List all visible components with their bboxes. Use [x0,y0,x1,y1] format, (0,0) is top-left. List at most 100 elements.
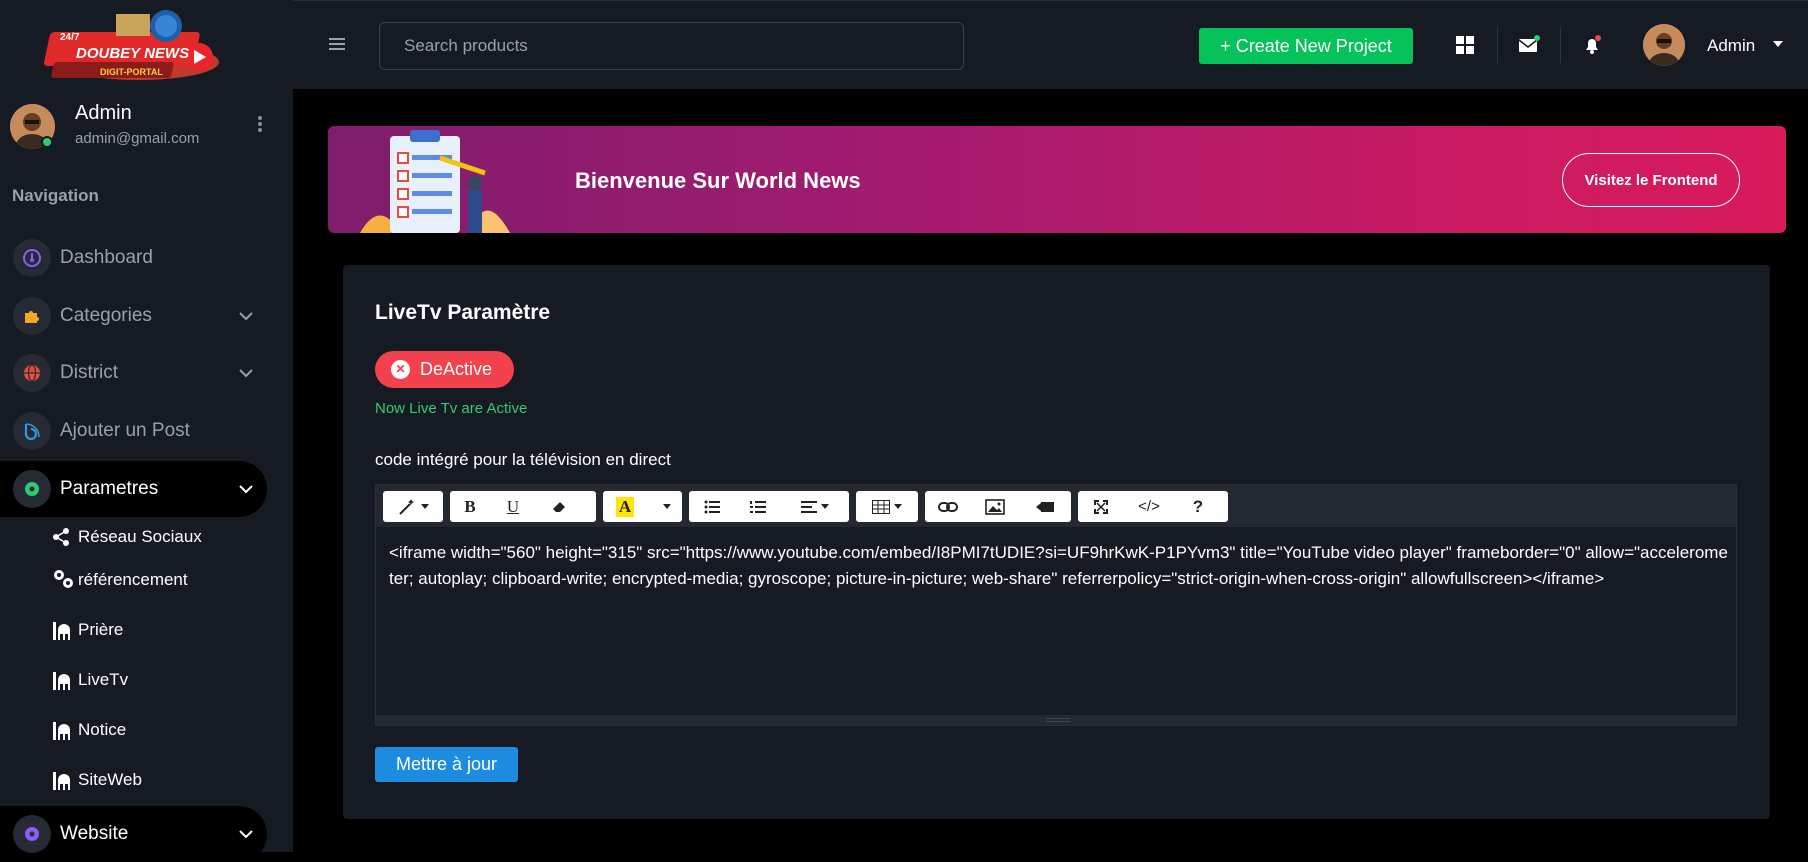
puzzle-icon [13,297,51,335]
expand-icon [1094,499,1108,514]
sidebar-item-parametres[interactable]: Parametres [0,461,267,517]
svg-text:24/7: 24/7 [60,32,80,43]
svg-text:DIGIT-PORTAL: DIGIT-PORTAL [100,67,163,77]
toolbar-group-para [689,491,849,522]
globe-icon [13,354,51,392]
magic-style-button[interactable] [383,491,443,522]
gear-icon [13,470,51,508]
image-icon [985,498,1005,515]
underline-button[interactable]: U [490,491,536,522]
sidebar-subitem-reseau-sociaux[interactable]: Réseau Sociaux [52,522,202,552]
font-color-icon: A [615,496,635,517]
blog-icon [13,412,51,450]
bell-icon[interactable] [1579,31,1607,59]
sidebar-subitem-notice[interactable]: Notice [52,715,126,745]
editor-resize-handle[interactable] [376,715,1736,725]
sidebar-item-label: Parametres [60,478,159,499]
update-button[interactable]: Mettre à jour [375,747,518,782]
divider [1497,27,1498,63]
divider [1560,27,1561,63]
topbar: + Create New Project Admin [293,0,1808,89]
gear-icon [13,815,51,853]
card-title: LiveTv Paramètre [375,301,551,324]
sidebar-subitem-priere[interactable]: Prière [52,615,123,645]
gears-icon [54,570,73,588]
dashboard-icon [13,239,51,277]
user-email: admin@gmail.com [75,130,200,147]
unordered-list-button[interactable] [689,491,735,522]
admin-menu-label[interactable]: Admin [1707,36,1755,56]
video-button[interactable] [1019,491,1071,522]
toolbar-group-font: B U [450,491,596,522]
toolbar-group-color: A [603,491,682,522]
deactive-button[interactable]: ✕ DeActive [375,351,514,388]
rich-text-editor[interactable]: B U A </> ? <iframe width="560" height="… [375,484,1737,726]
sidebar-item-dashboard[interactable]: Dashboard [0,230,267,286]
align-dropdown-button[interactable] [781,491,849,522]
numbered-list-icon [750,500,766,513]
avatar[interactable] [1643,24,1685,66]
question-icon: ? [1192,496,1204,516]
sidebar-subitem-label: SiteWeb [78,770,142,789]
grid-icon[interactable] [1451,31,1479,59]
eraser-icon [553,501,565,512]
mail-icon[interactable] [1515,31,1543,59]
chevron-down-icon [239,369,253,378]
toolbar-group-view: </> ? [1078,491,1228,522]
toolbar-group-insert [925,491,1071,522]
site-logo[interactable]: 24/7 DOUBEY NEWS DIGIT-PORTAL [36,6,242,86]
chevron-down-icon [239,485,253,494]
toolbar-group-style [383,491,443,522]
link-icon [938,501,958,512]
sidebar-item-website[interactable]: Website [0,806,267,862]
sidebar-subitem-label: référencement [78,570,188,589]
mosque-icon [53,722,70,740]
sidebar-item-label: Website [60,823,129,844]
kebab-menu-icon[interactable] [254,114,266,138]
visit-frontend-button[interactable]: Visitez le Frontend [1562,153,1740,207]
close-circle-icon: ✕ [391,360,410,379]
mosque-icon [53,772,70,790]
sidebar-item-label: Categories [60,305,152,326]
sidebar-item-add-post[interactable]: Ajouter un Post [0,403,267,459]
highlight-color-button[interactable]: A [603,491,647,522]
user-name: Admin [75,102,132,124]
hamburger-menu-icon[interactable] [329,38,345,50]
toolbar-group-table [856,491,918,522]
share-icon [53,528,69,546]
sidebar-subitem-siteweb[interactable]: SiteWeb [52,765,142,795]
sidebar-subitem-referencement[interactable]: référencement [52,565,188,595]
create-project-button[interactable]: + Create New Project [1199,28,1413,64]
color-dropdown-button[interactable] [647,491,682,522]
sidebar-item-district[interactable]: District [0,345,267,401]
bold-button[interactable]: B [450,491,490,522]
image-button[interactable] [971,491,1019,522]
code-view-button[interactable]: </> [1124,491,1174,522]
nav-heading: Navigation [12,186,99,205]
sidebar-item-categories[interactable]: Categories [0,288,267,344]
livetv-settings-card: LiveTv Paramètre ✕ DeActive Now Live Tv … [343,265,1770,819]
table-button[interactable] [856,491,918,522]
fullscreen-button[interactable] [1078,491,1124,522]
sidebar: 24/7 DOUBEY NEWS DIGIT-PORTAL Admin admi… [0,0,293,862]
chevron-down-icon [239,312,253,321]
sidebar-item-label: Ajouter un Post [60,420,190,441]
mosque-icon [53,622,70,640]
sidebar-subitem-livetv[interactable]: LiveTv [52,665,128,695]
welcome-banner: Bienvenue Sur World News Visitez le Fron… [328,126,1786,233]
code-icon: </> [1138,498,1160,515]
link-button[interactable] [925,491,971,522]
eraser-button[interactable] [536,491,582,522]
banner-title: Bienvenue Sur World News [575,168,861,193]
embed-code-content[interactable]: <iframe width="560" height="315" src="ht… [389,540,1729,592]
sidebar-subitem-label: Réseau Sociaux [78,527,202,546]
search-input[interactable] [379,22,964,70]
caret-down-icon[interactable] [1773,41,1783,47]
ordered-list-button[interactable] [735,491,781,522]
sidebar-user: Admin admin@gmail.com [10,100,280,150]
clipboard-illustration-icon [360,130,510,233]
sidebar-subitem-label: Notice [78,720,127,739]
bullet-list-icon [704,500,720,513]
help-button[interactable]: ? [1174,491,1222,522]
sidebar-item-label: Dashboard [60,247,153,268]
